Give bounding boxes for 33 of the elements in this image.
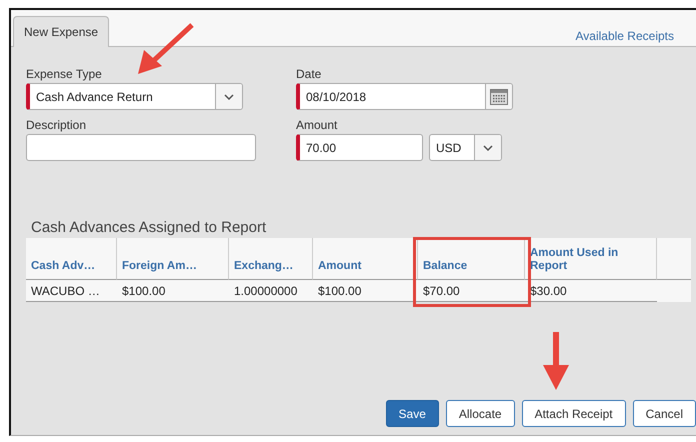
field-label: Expense Type: [26, 67, 103, 81]
column-header[interactable]: Exchang…: [229, 238, 313, 280]
action-button[interactable]: Attach Receipt: [522, 400, 626, 427]
available-receipts-link[interactable]: Available Receipts: [575, 29, 674, 43]
table-cell: WACUBO …: [26, 280, 117, 302]
expense-type-dropdown[interactable]: Cash Advance Return: [26, 83, 243, 110]
description-field[interactable]: [26, 134, 256, 161]
arrow-icon: [136, 22, 196, 76]
arrow-icon: [541, 332, 571, 392]
chevron-down-icon: [224, 94, 234, 100]
column-header[interactable]: Balance: [418, 238, 525, 280]
save-button[interactable]: Save: [386, 400, 439, 427]
table-cell: $100.00: [117, 280, 229, 302]
table-cell: 1.00000000: [229, 280, 313, 302]
table-cell: $70.00: [418, 280, 525, 302]
column-header[interactable]: Cash Adv…: [26, 238, 117, 280]
calendar-icon[interactable]: [490, 88, 508, 104]
chevron-down-icon: [483, 144, 493, 150]
field-label: Date: [296, 67, 322, 81]
amount-field[interactable]: 70.00: [296, 134, 423, 161]
date-field[interactable]: 08/10/2018: [296, 83, 513, 110]
field-label: Amount: [296, 118, 338, 132]
field-label: Description: [26, 118, 88, 132]
tab[interactable]: New Expense: [13, 16, 110, 47]
column-header[interactable]: Amount Used in Report: [525, 238, 657, 280]
column-header[interactable]: Foreign Am…: [117, 238, 229, 280]
action-button[interactable]: Cancel: [632, 400, 696, 427]
column-header[interactable]: Amount: [313, 238, 418, 280]
table-cell: $100.00: [313, 280, 418, 302]
table-cell: $30.00: [525, 280, 657, 302]
currency-dropdown[interactable]: USD: [429, 134, 502, 161]
table-title: Cash Advances Assigned to Report: [31, 219, 268, 236]
action-button[interactable]: Allocate: [446, 400, 515, 427]
